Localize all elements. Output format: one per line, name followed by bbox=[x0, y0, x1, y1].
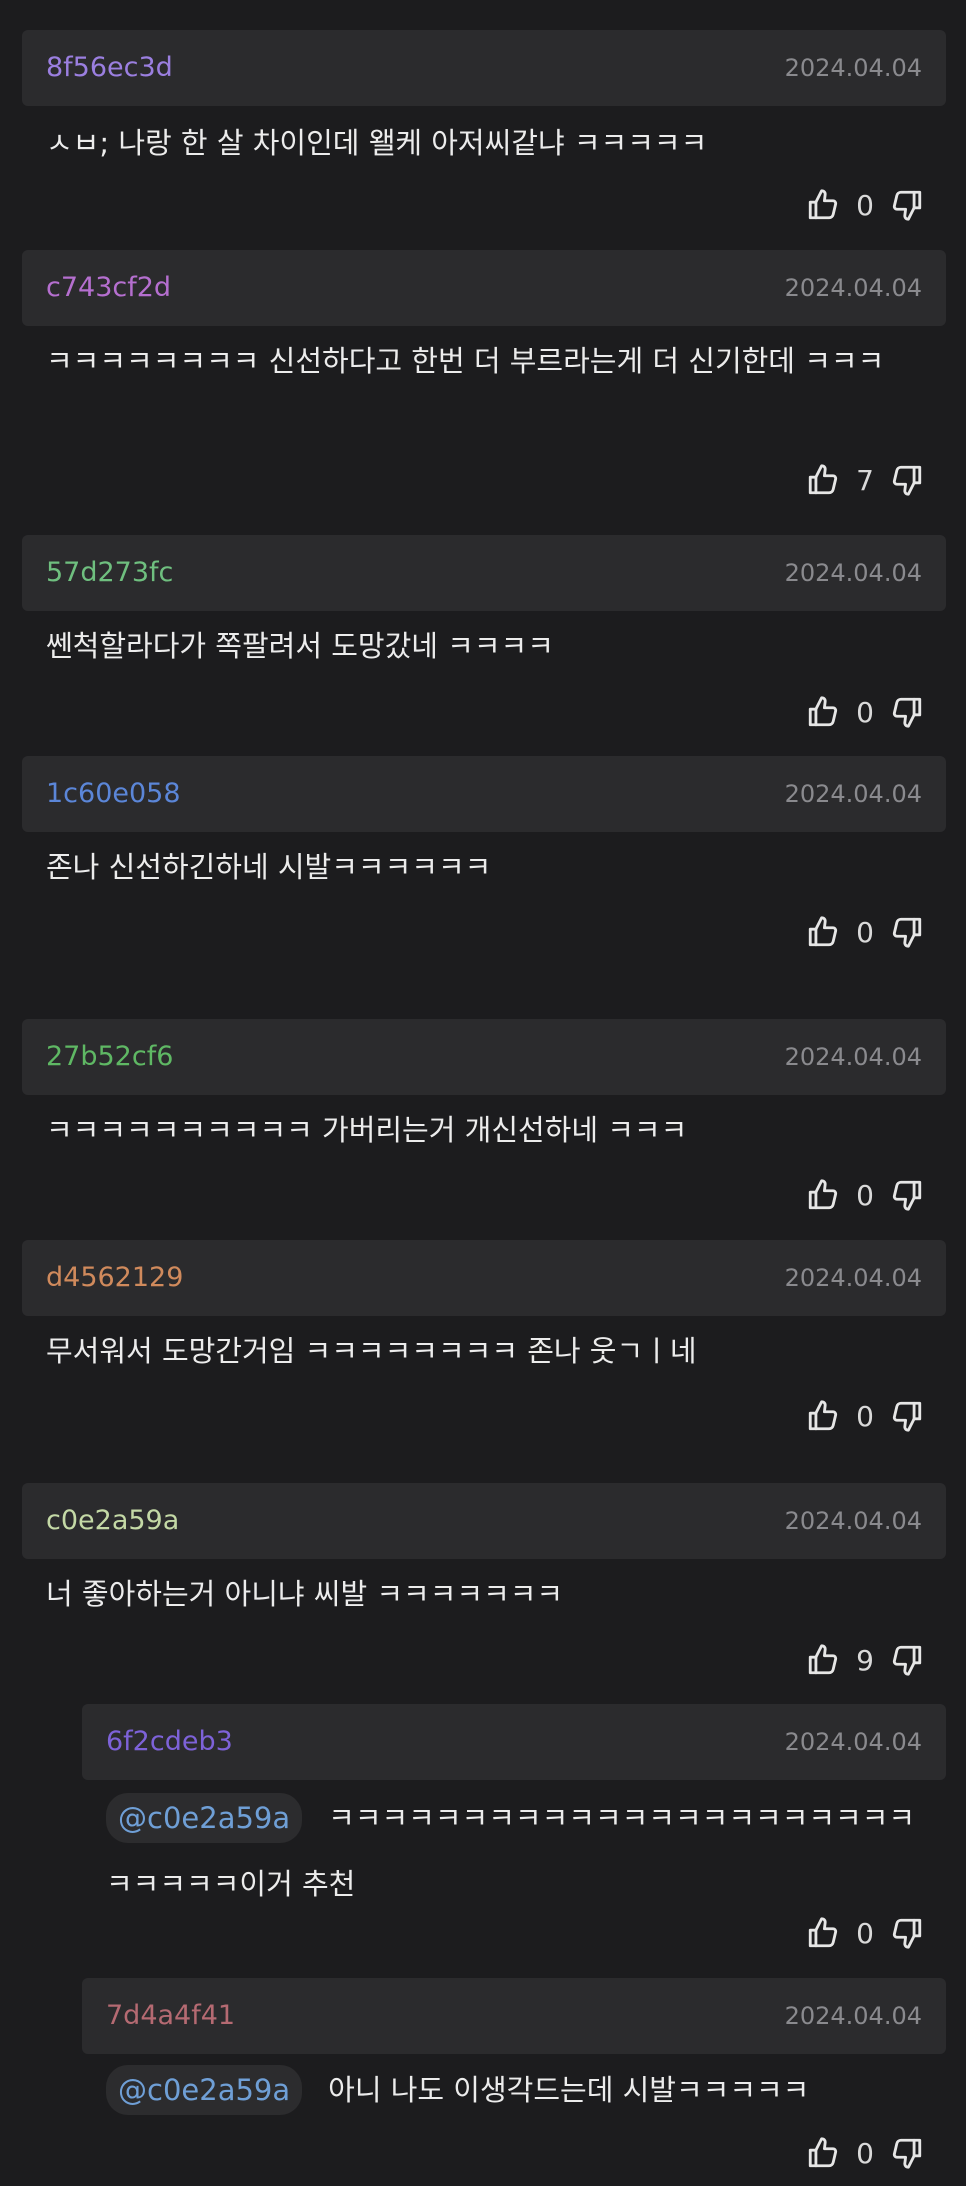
vote-bar: 9 bbox=[806, 1640, 924, 1680]
comment-text: 존나 신선하긴하네 시발ㅋㅋㅋㅋㅋㅋ bbox=[46, 850, 492, 884]
comment-header: c0e2a59a 2024.04.04 bbox=[22, 1483, 946, 1559]
mention-chip[interactable]: @c0e2a59a bbox=[106, 2065, 303, 2115]
vote-bar: 0 bbox=[806, 1175, 924, 1215]
comment-date: 2024.04.04 bbox=[784, 559, 922, 587]
like-count: 0 bbox=[856, 1916, 874, 1950]
vote-bar: 7 bbox=[806, 460, 924, 500]
thumbs-down-icon[interactable] bbox=[890, 2136, 924, 2170]
comment-date: 2024.04.04 bbox=[784, 1264, 922, 1292]
vote-bar: 0 bbox=[806, 2133, 924, 2173]
reply-text: @c0e2a59a 아니 나도 이생각드는데 시발ㅋㅋㅋㅋㅋ bbox=[106, 2057, 926, 2123]
comment-header: 8f56ec3d 2024.04.04 bbox=[22, 30, 946, 106]
comment-header: 57d273fc 2024.04.04 bbox=[22, 535, 946, 611]
thumbs-up-icon[interactable] bbox=[806, 2136, 840, 2170]
thumbs-up-icon[interactable] bbox=[806, 1916, 840, 1950]
comment-date: 2024.04.04 bbox=[784, 1507, 922, 1535]
comment-text: 무서워서 도망간거임 ㅋㅋㅋㅋㅋㅋㅋㅋ 존나 웃ㄱㅣ네 bbox=[46, 1334, 697, 1368]
vote-bar: 0 bbox=[806, 912, 924, 952]
comment-text: ㅋㅋㅋㅋㅋㅋㅋㅋㅋㅋ 가버리는거 개신선하네 ㅋㅋㅋ bbox=[46, 1113, 688, 1147]
thumbs-down-icon[interactable] bbox=[890, 915, 924, 949]
comment-username[interactable]: 1c60e058 bbox=[46, 776, 181, 812]
thumbs-down-icon[interactable] bbox=[890, 1399, 924, 1433]
reply-date: 2024.04.04 bbox=[784, 1728, 922, 1756]
thumbs-up-icon[interactable] bbox=[806, 1178, 840, 1212]
vote-bar: 0 bbox=[806, 185, 924, 225]
like-count: 0 bbox=[856, 695, 874, 729]
mention-chip[interactable]: @c0e2a59a bbox=[106, 1793, 303, 1843]
like-count: 7 bbox=[856, 463, 874, 497]
reply-username[interactable]: 6f2cdeb3 bbox=[106, 1724, 233, 1760]
like-count: 0 bbox=[856, 1178, 874, 1212]
comment-text: ㅅㅂ; 나랑 한 살 차이인데 왤케 아저씨같냐 ㅋㅋㅋㅋㅋ bbox=[46, 126, 708, 160]
thumbs-down-icon[interactable] bbox=[890, 463, 924, 497]
like-count: 0 bbox=[856, 2136, 874, 2170]
thumbs-down-icon[interactable] bbox=[890, 1643, 924, 1677]
reply-text: @c0e2a59a ㅋㅋㅋㅋㅋㅋㅋㅋㅋㅋㅋㅋㅋㅋㅋㅋㅋㅋㅋㅋㅋㅋㅋㅋㅋㅋㅋ이거 추… bbox=[106, 1785, 926, 1917]
thumbs-down-icon[interactable] bbox=[890, 188, 924, 222]
comment-username[interactable]: d4562129 bbox=[46, 1260, 183, 1296]
reply-header: 7d4a4f41 2024.04.04 bbox=[82, 1978, 946, 2054]
like-count: 0 bbox=[856, 188, 874, 222]
reply-header: 6f2cdeb3 2024.04.04 bbox=[82, 1704, 946, 1780]
comment-date: 2024.04.04 bbox=[784, 54, 922, 82]
comment-text: 너 좋아하는거 아니냐 씨발 ㅋㅋㅋㅋㅋㅋㅋ bbox=[46, 1577, 564, 1611]
like-count: 0 bbox=[856, 1399, 874, 1433]
reply-username[interactable]: 7d4a4f41 bbox=[106, 1998, 235, 2034]
vote-bar: 0 bbox=[806, 1913, 924, 1953]
comment-header: c743cf2d 2024.04.04 bbox=[22, 250, 946, 326]
vote-bar: 0 bbox=[806, 692, 924, 732]
comment-header: 1c60e058 2024.04.04 bbox=[22, 756, 946, 832]
vote-bar: 0 bbox=[806, 1396, 924, 1436]
thumbs-up-icon[interactable] bbox=[806, 188, 840, 222]
comment-username[interactable]: c0e2a59a bbox=[46, 1503, 179, 1539]
comment-text: 쎈척할라다가 쪽팔려서 도망갔네 ㅋㅋㅋㅋ bbox=[46, 629, 554, 663]
thumbs-up-icon[interactable] bbox=[806, 695, 840, 729]
like-count: 0 bbox=[856, 915, 874, 949]
comment-username[interactable]: 8f56ec3d bbox=[46, 50, 173, 86]
thumbs-up-icon[interactable] bbox=[806, 1643, 840, 1677]
reply-date: 2024.04.04 bbox=[784, 2002, 922, 2030]
comment-date: 2024.04.04 bbox=[784, 1043, 922, 1071]
comment-date: 2024.04.04 bbox=[784, 780, 922, 808]
comment-username[interactable]: c743cf2d bbox=[46, 270, 171, 306]
comment-date: 2024.04.04 bbox=[784, 274, 922, 302]
comment-username[interactable]: 57d273fc bbox=[46, 555, 173, 591]
thumbs-up-icon[interactable] bbox=[806, 463, 840, 497]
comment-header: 27b52cf6 2024.04.04 bbox=[22, 1019, 946, 1095]
comment-text: ㅋㅋㅋㅋㅋㅋㅋㅋ 신선하다고 한번 더 부르라는게 더 신기한데 ㅋㅋㅋ bbox=[46, 344, 885, 378]
comment-username[interactable]: 27b52cf6 bbox=[46, 1039, 173, 1075]
thumbs-down-icon[interactable] bbox=[890, 1178, 924, 1212]
thumbs-up-icon[interactable] bbox=[806, 915, 840, 949]
thumbs-down-icon[interactable] bbox=[890, 1916, 924, 1950]
reply-message: 아니 나도 이생각드는데 시발ㅋㅋㅋㅋㅋ bbox=[328, 2073, 810, 2107]
thumbs-down-icon[interactable] bbox=[890, 695, 924, 729]
thumbs-up-icon[interactable] bbox=[806, 1399, 840, 1433]
like-count: 9 bbox=[856, 1643, 874, 1677]
comment-header: d4562129 2024.04.04 bbox=[22, 1240, 946, 1316]
